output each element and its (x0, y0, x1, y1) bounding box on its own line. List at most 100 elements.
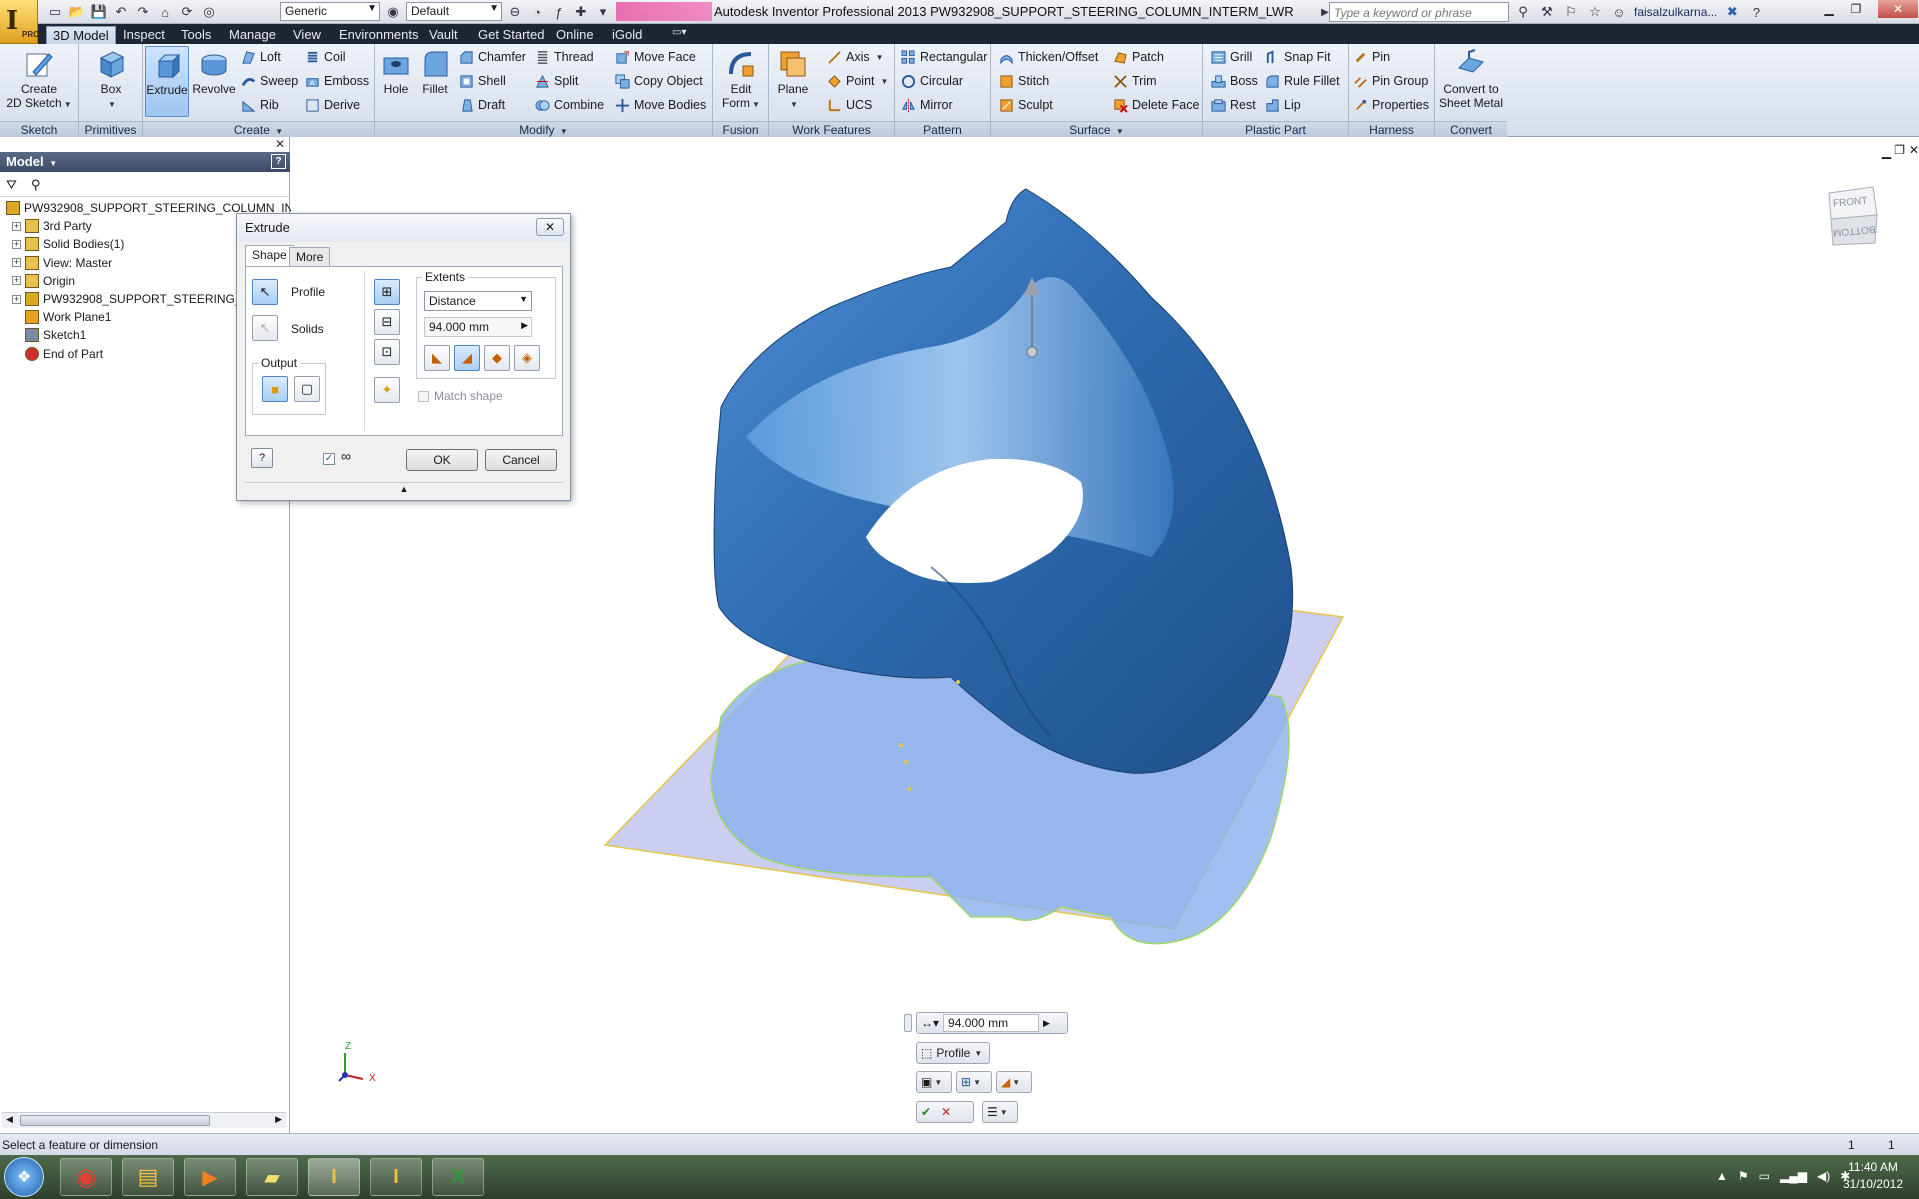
fillet-button[interactable]: Fillet (415, 48, 455, 96)
comm-icon[interactable]: ⚐ (1562, 3, 1580, 21)
tools-icon[interactable]: ⚒ (1538, 3, 1556, 21)
panel-label-surface[interactable]: Surface ▼ (991, 121, 1202, 137)
cancel-x-icon[interactable]: ✕ (941, 1105, 951, 1119)
extrude-button[interactable]: Extrude (145, 46, 189, 117)
start-button[interactable]: ❖ (4, 1157, 44, 1197)
stitch-button[interactable]: Stitch (999, 71, 1049, 91)
preview-checkbox[interactable]: ✓ (323, 453, 335, 465)
boss-button[interactable]: Boss (1211, 71, 1258, 91)
solids-select-button[interactable]: ↖ (252, 315, 278, 341)
appearance-select[interactable]: Default ▼ (406, 2, 502, 21)
viewcube[interactable]: FRONT BOTTOM (1823, 185, 1879, 247)
open-icon[interactable]: 📂 (68, 3, 86, 21)
tab-3d-model[interactable]: 3D Model (46, 26, 116, 44)
coil-button[interactable]: Coil (305, 47, 346, 67)
join-button[interactable]: ⊞ (374, 279, 400, 305)
delete-face-button[interactable]: Delete Face (1113, 95, 1199, 115)
tree-item[interactable]: End of Part (12, 345, 103, 363)
home-icon[interactable]: ⌂ (156, 3, 174, 21)
tray-expand-icon[interactable]: ▲ (1716, 1169, 1728, 1183)
browser-header[interactable]: Model ▼ ? (0, 152, 290, 172)
tab-inspect[interactable]: Inspect (117, 26, 171, 44)
intersect-button[interactable]: ⊡ (374, 339, 400, 365)
profile-select-button[interactable]: ↖ (252, 279, 278, 305)
dialog-close-button[interactable]: ✕ (536, 218, 564, 236)
sculpt-button[interactable]: Sculpt (999, 95, 1053, 115)
sketch-point[interactable] (956, 680, 960, 684)
tab-view[interactable]: View (287, 26, 327, 44)
fx-icon[interactable]: ƒ (550, 3, 568, 21)
rectangular-button[interactable]: Rectangular (901, 47, 987, 67)
expand-icon[interactable]: + (12, 221, 21, 231)
collapse-dialog-icon[interactable]: ▲ (245, 482, 563, 494)
tree-item[interactable]: Sketch1 (12, 326, 86, 344)
new-icon[interactable]: ▭ (46, 3, 64, 21)
move-bodies-button[interactable]: Move Bodies (615, 95, 706, 115)
user-icon[interactable]: ☺ (1610, 3, 1628, 21)
user-name[interactable]: faisalzulkarna... (1634, 5, 1717, 19)
binoculars-icon[interactable]: ⚲ (1514, 3, 1532, 21)
undo-icon[interactable]: ↶ (112, 3, 130, 21)
distance-type-icon[interactable]: ↔▾ (917, 1016, 943, 1030)
thicken-offset-button[interactable]: Thicken/Offset (999, 47, 1098, 67)
customize-icon[interactable]: ▾ (594, 3, 612, 21)
trim-button[interactable]: Trim (1113, 71, 1157, 91)
expand-icon[interactable]: + (12, 239, 21, 249)
filter-icon[interactable]: ⛛ (6, 177, 17, 193)
tab-igold[interactable]: iGold (606, 26, 648, 44)
search-input[interactable]: Type a keyword or phrase (1329, 2, 1509, 22)
axis-button[interactable]: Axis ▼ (827, 47, 884, 67)
distance-input[interactable]: 94.000 mm ▶ (424, 317, 532, 337)
measure-icon[interactable]: ⊖ (506, 3, 524, 21)
tab-shape[interactable]: Shape (245, 245, 294, 267)
rule-fillet-button[interactable]: Rule Fillet (1265, 71, 1340, 91)
edit-form-button[interactable]: Edit Form ▼ (717, 48, 765, 112)
binoculars-icon[interactable]: ⚲ (31, 177, 41, 193)
split-button[interactable]: Split (535, 71, 578, 91)
emboss-button[interactable]: A Emboss (305, 71, 369, 91)
inspect-icon[interactable]: ◔ (528, 3, 546, 21)
help-icon[interactable]: ? (1747, 3, 1765, 21)
rest-button[interactable]: Rest (1211, 95, 1256, 115)
apply-check-icon[interactable]: ✔ (921, 1105, 931, 1119)
mini-direction-button[interactable]: ◢ ▼ (996, 1071, 1032, 1093)
mini-toolbar-grip[interactable] (904, 1014, 912, 1032)
derive-button[interactable]: Derive (305, 95, 360, 115)
plane-button[interactable]: Plane ▼ (771, 48, 815, 112)
tab-manage[interactable]: Manage (223, 26, 282, 44)
mini-options-button[interactable]: ☰ ▼ (982, 1101, 1018, 1123)
tree-item[interactable]: +3rd Party (12, 217, 92, 235)
action-center-icon[interactable]: ⚑ (1738, 1169, 1749, 1183)
help-icon[interactable]: ? (271, 154, 286, 169)
sketch-point[interactable] (899, 743, 903, 747)
dialog-title[interactable]: Extrude (237, 214, 570, 242)
close-icon[interactable]: ✕ (1878, 0, 1918, 18)
panel-label-modify[interactable]: Modify ▼ (375, 121, 712, 137)
tab-tools[interactable]: Tools (175, 26, 217, 44)
close-icon[interactable]: ✕ (275, 137, 285, 151)
tab-vault[interactable]: Vault (423, 26, 464, 44)
tree-item[interactable]: + View: Master (12, 254, 112, 272)
restore-icon[interactable]: ❐ (1843, 0, 1869, 18)
material-select[interactable]: Generic ▼ (280, 2, 380, 21)
convert-to-sheet-metal-button[interactable]: Convert to Sheet Metal (1437, 48, 1505, 110)
thread-button[interactable]: Thread (535, 47, 594, 67)
horizontal-scrollbar[interactable]: ◀ ▶ (2, 1112, 286, 1128)
expand-icon[interactable]: + (12, 258, 21, 268)
snap-fit-button[interactable]: Snap Fit (1265, 47, 1331, 67)
point-button[interactable]: Point ▼ (827, 71, 888, 91)
display-icon[interactable]: ▭ (1759, 1169, 1770, 1183)
sketch-point[interactable] (907, 787, 911, 791)
properties-button[interactable]: Properties (1353, 95, 1429, 115)
chevron-right-icon[interactable]: ▶ (521, 320, 528, 331)
taskbar-excel[interactable]: X (432, 1158, 484, 1196)
move-face-button[interactable]: Move Face (615, 47, 696, 67)
hole-button[interactable]: Hole (379, 48, 413, 96)
symmetric-button[interactable]: ◆ (484, 345, 510, 371)
new-solid-button[interactable]: ✦ (374, 377, 400, 403)
shell-button[interactable]: Shell (459, 71, 506, 91)
match-shape-checkbox[interactable] (418, 391, 429, 402)
taskbar-explorer[interactable]: ▤ (122, 1158, 174, 1196)
scroll-right-icon[interactable]: ▶ (275, 1114, 282, 1125)
scroll-left-icon[interactable]: ◀ (6, 1114, 13, 1125)
